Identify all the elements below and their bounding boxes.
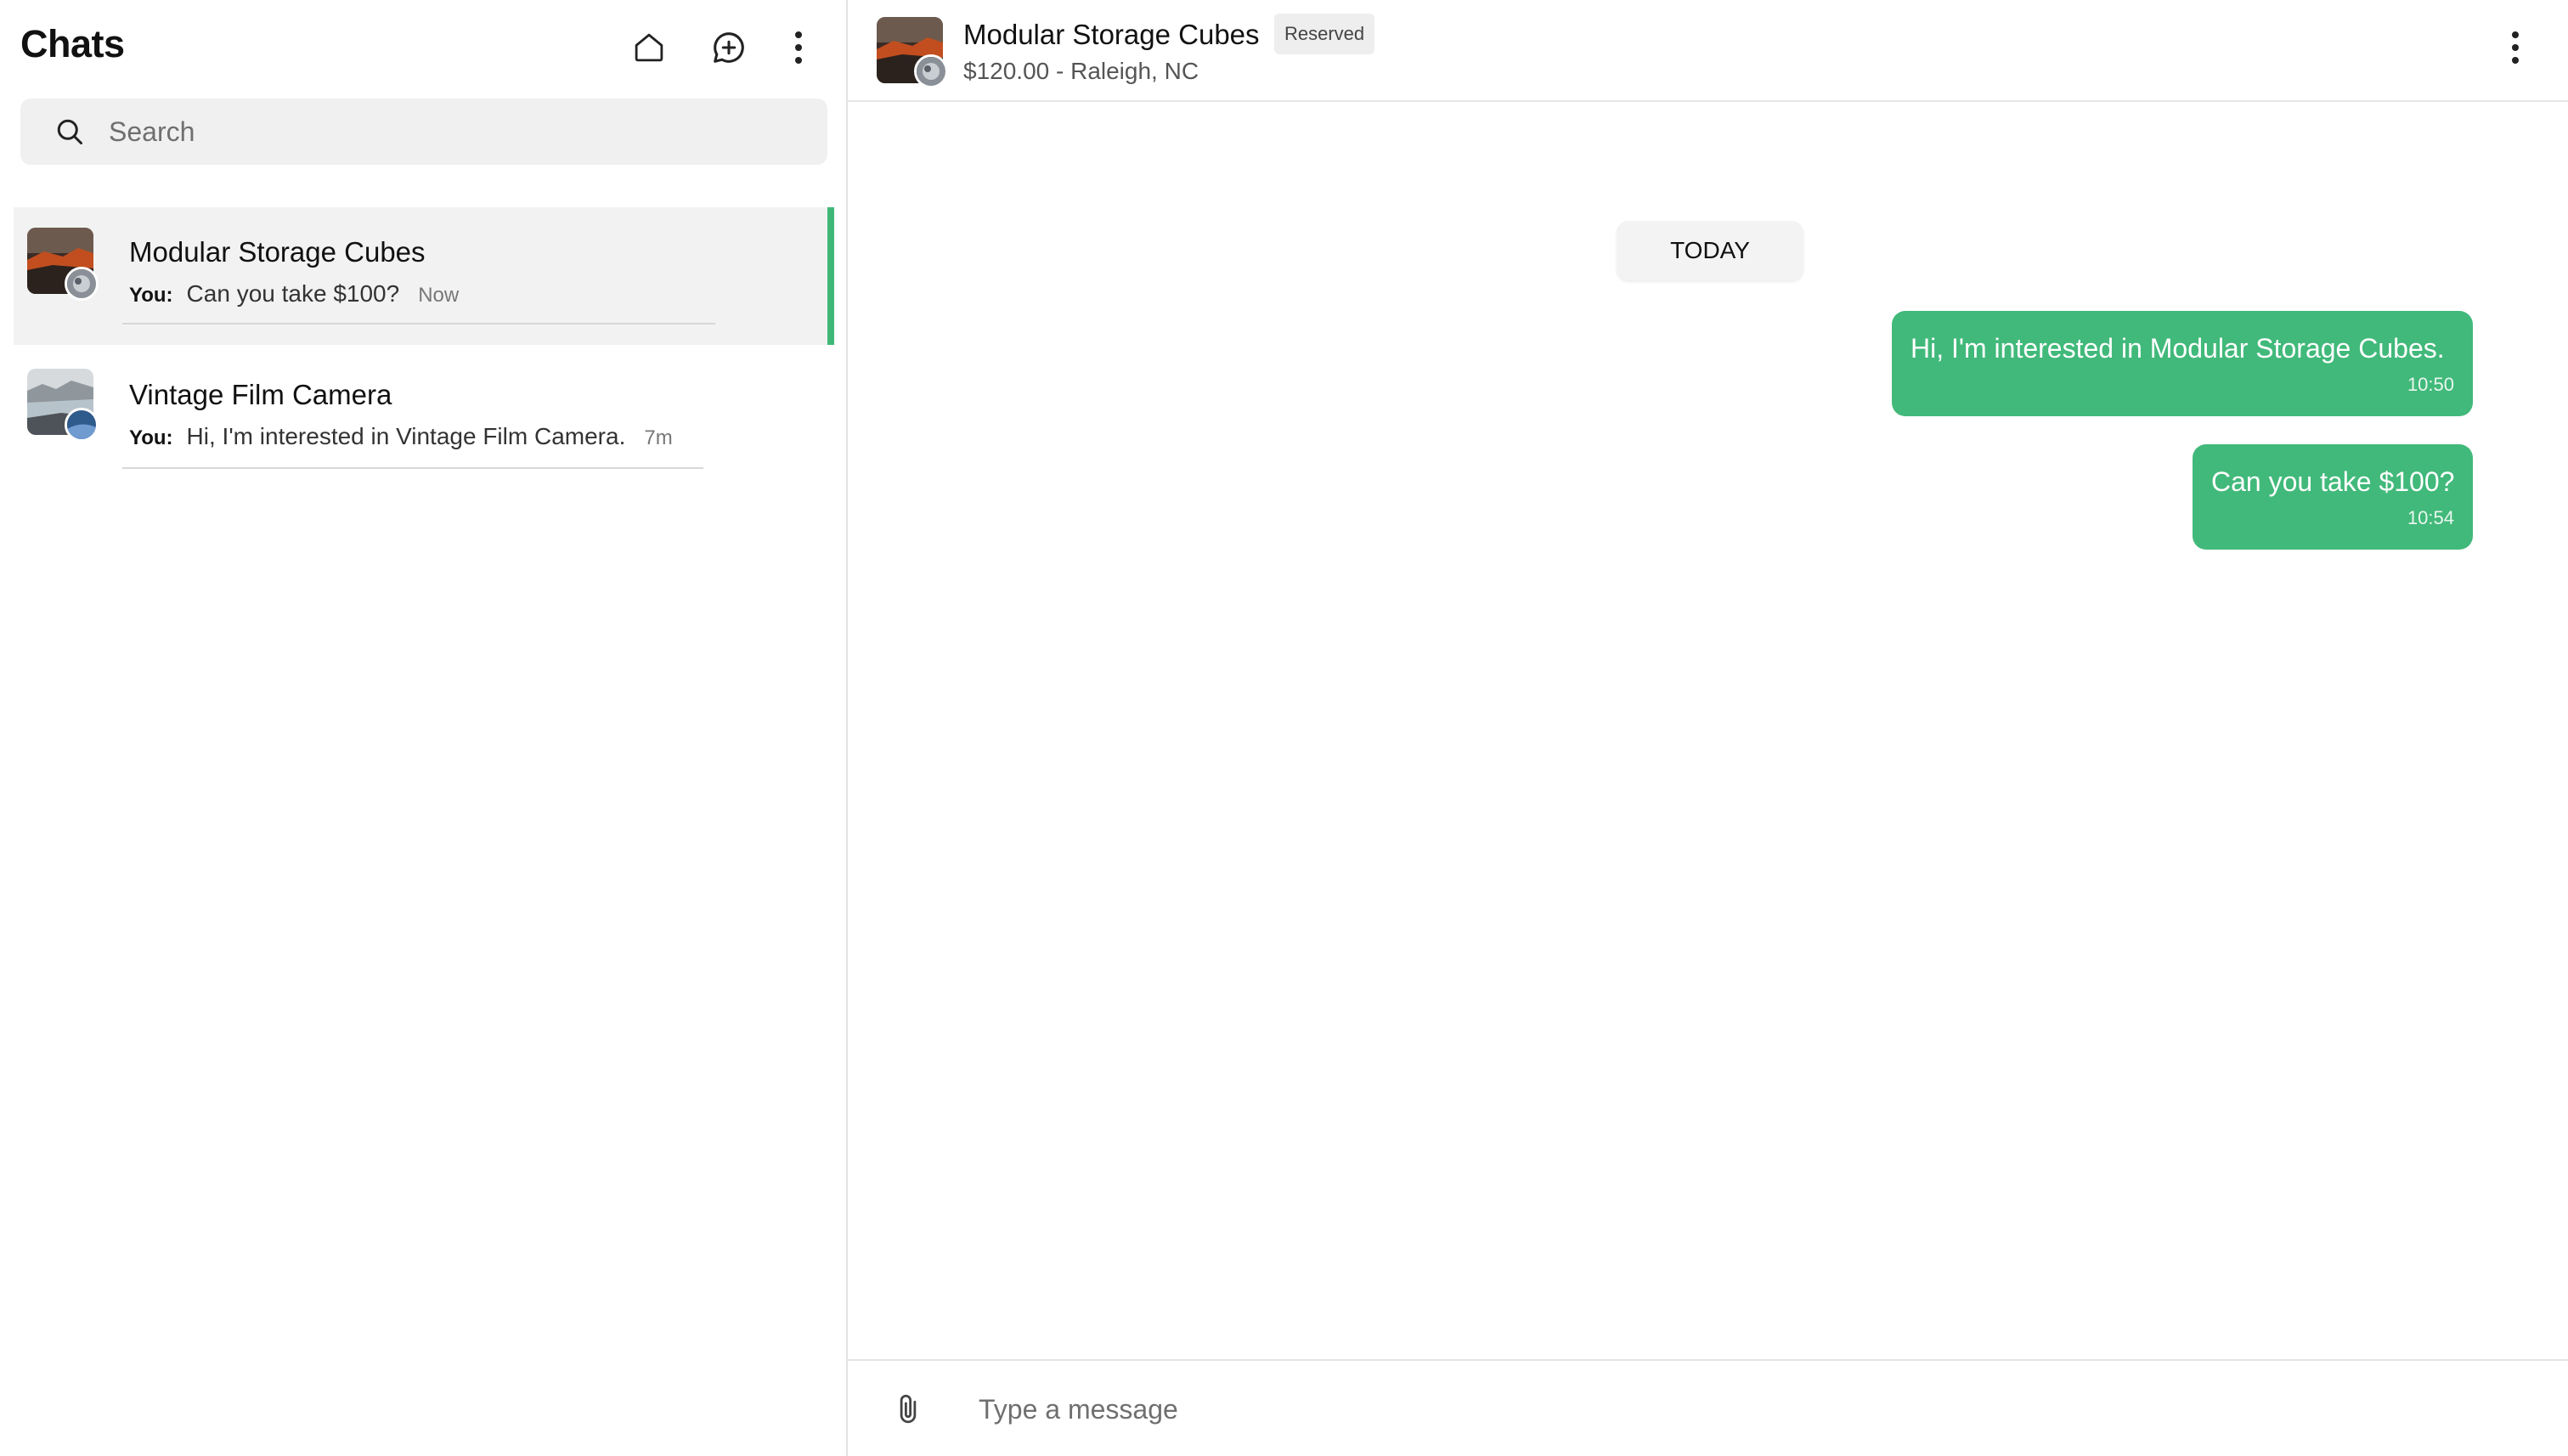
divider — [122, 323, 715, 324]
conversation-menu-icon[interactable] — [2507, 25, 2524, 70]
conversation-header: Modular Storage Cubes Reserved $120.00 -… — [848, 0, 2568, 102]
divider — [122, 467, 703, 469]
listing-price-location: $120.00 - Raleigh, NC — [963, 58, 1199, 84]
date-divider: TODAY — [1617, 221, 1803, 280]
sidebar-header: Chats — [0, 0, 846, 95]
conversation-title: Modular Storage Cubes — [963, 19, 1260, 50]
sidebar-title: Chats — [20, 22, 125, 65]
chat-name: Vintage Film Camera — [129, 379, 392, 410]
paperclip-icon[interactable] — [887, 1386, 929, 1432]
message-input[interactable] — [977, 1385, 2509, 1434]
search-input[interactable] — [107, 115, 807, 149]
message-composer — [848, 1359, 2568, 1456]
conversation-panel: Modular Storage Cubes Reserved $120.00 -… — [848, 0, 2568, 1456]
chat-name: Modular Storage Cubes — [129, 236, 426, 268]
message-bubble[interactable]: Hi, I'm interested in Modular Storage Cu… — [1892, 311, 2473, 416]
search-bar — [20, 99, 827, 165]
message-text: Hi, I'm interested in Modular Storage Cu… — [1910, 333, 2445, 364]
message-time: 10:50 — [2407, 374, 2454, 395]
chat-list: Modular Storage Cubes You: Can you take … — [14, 207, 834, 498]
home-icon[interactable] — [627, 25, 671, 70]
chat-app: Chats Search Modular Storage Cubes You: … — [0, 0, 2568, 1456]
chat-item-vintage-film-camera[interactable]: Vintage Film Camera You: Hi, I'm interes… — [14, 345, 834, 498]
you-label: You: — [129, 284, 173, 307]
you-label: You: — [129, 426, 173, 449]
last-message: Can you take $100? — [186, 280, 400, 307]
seller-avatar — [65, 267, 99, 301]
seller-avatar — [65, 408, 99, 442]
chat-preview: You: Can you take $100? Now — [129, 280, 459, 308]
last-message: Hi, I'm interested in Vintage Film Camer… — [186, 423, 626, 449]
chat-item-modular-storage-cubes[interactable]: Modular Storage Cubes You: Can you take … — [14, 207, 834, 345]
message-time: 10:54 — [2407, 507, 2454, 528]
message-thread: TODAY Hi, I'm interested in Modular Stor… — [848, 102, 2568, 1359]
chat-time: 7m — [644, 426, 673, 449]
message-bubble[interactable]: Can you take $100? 10:54 — [2193, 444, 2473, 550]
chat-time: Now — [418, 284, 460, 307]
new-chat-icon[interactable] — [707, 25, 751, 70]
seller-avatar — [914, 54, 948, 88]
chats-sidebar: Chats Search Modular Storage Cubes You: … — [0, 0, 848, 1456]
sidebar-menu-icon[interactable] — [790, 25, 807, 70]
search-icon — [53, 115, 87, 149]
message-text: Can you take $100? — [2211, 466, 2455, 497]
chat-preview: You: Hi, I'm interested in Vintage Film … — [129, 423, 673, 450]
status-badge: Reserved — [1274, 14, 1375, 54]
